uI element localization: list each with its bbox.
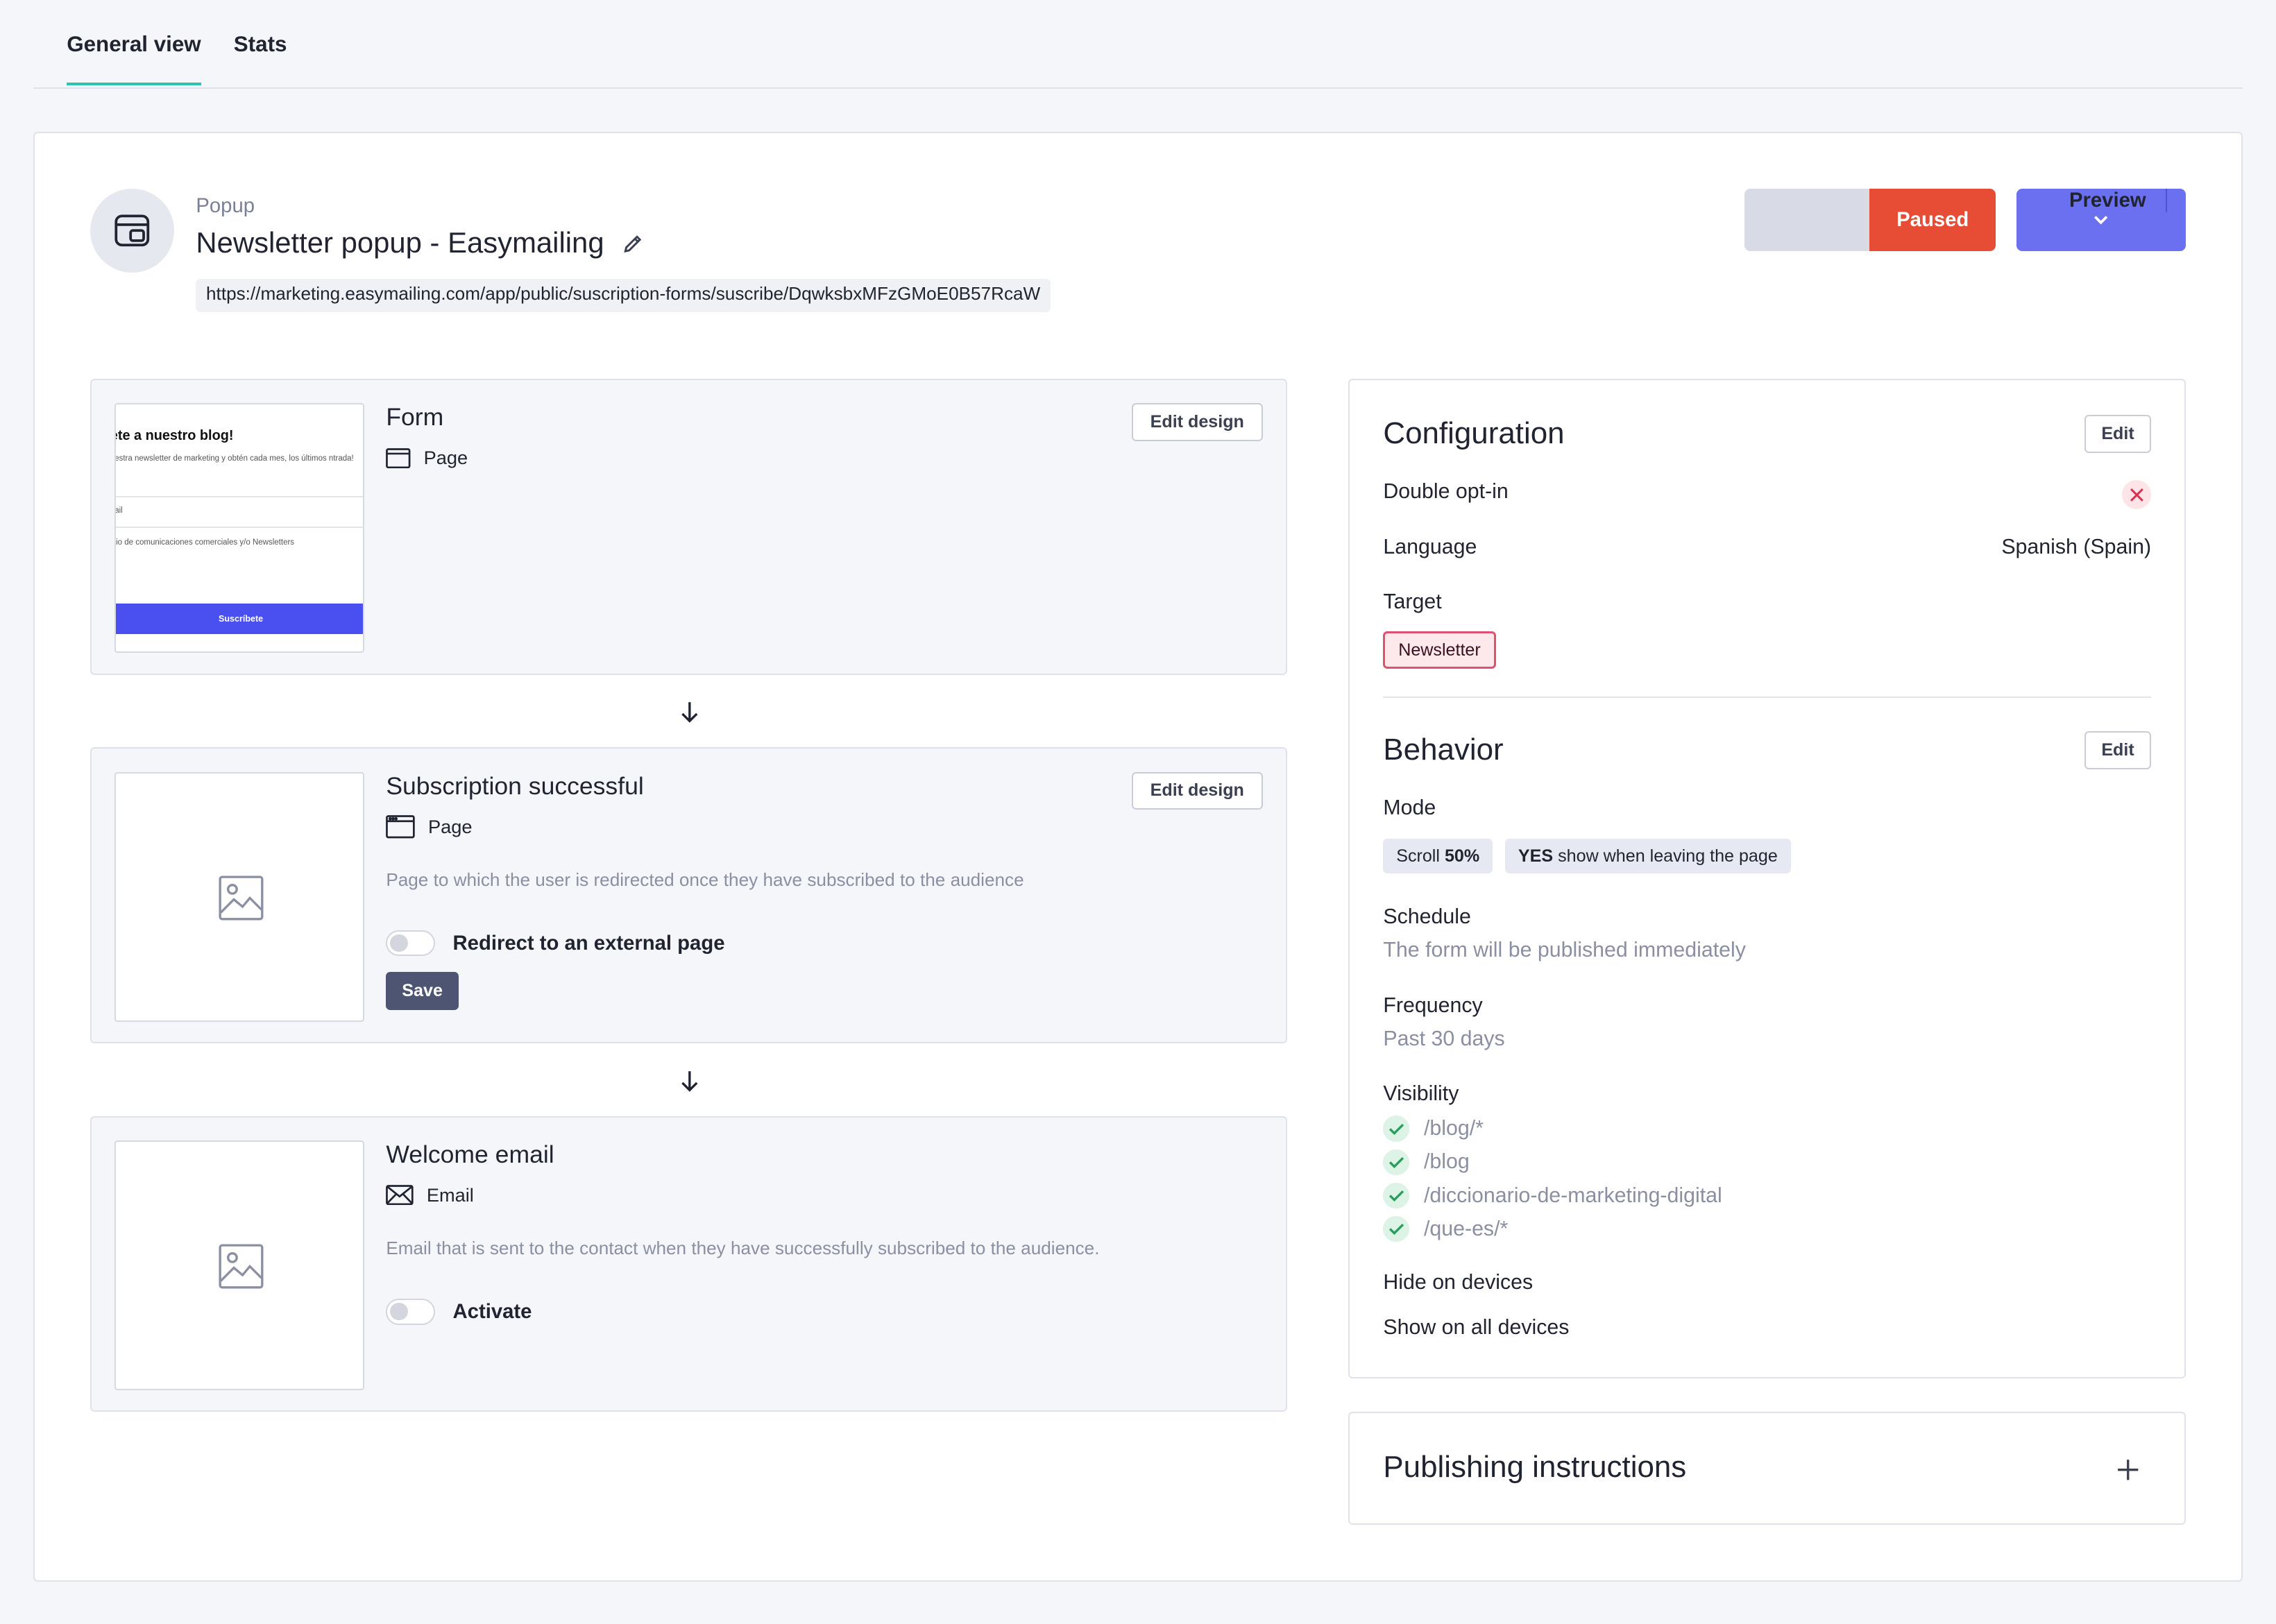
section-divider xyxy=(1383,696,2152,699)
welcome-step-title: Welcome email xyxy=(386,1140,554,1169)
visibility-item: /diccionario-de-marketing-digital xyxy=(1383,1182,1722,1209)
page-title: Newsletter popup - Easymailing xyxy=(196,226,604,259)
check-icon xyxy=(1383,1215,1410,1242)
thumb-title: ete a nuestro blog! xyxy=(114,427,234,443)
behavior-title: Behavior xyxy=(1383,733,1504,767)
success-edit-design-button[interactable]: Edit design xyxy=(1131,771,1263,810)
image-placeholder-icon xyxy=(219,1244,264,1289)
status-toggle-off-side[interactable] xyxy=(1744,188,1870,251)
popup-window-icon xyxy=(114,214,150,247)
tab-bar: General view Stats xyxy=(33,0,2243,89)
form-step-type: Page xyxy=(386,447,468,469)
status-toggle[interactable]: Paused xyxy=(1744,188,1996,251)
double-optin-label: Double opt-in xyxy=(1383,480,1509,504)
mode-label: Mode xyxy=(1383,796,1436,820)
mode-scroll-chip: Scroll 50% xyxy=(1383,838,1493,874)
welcome-step-card: Welcome email Email Email that is sent t… xyxy=(90,1116,1288,1412)
success-step-title: Subscription successful xyxy=(386,771,644,800)
form-edit-design-button[interactable]: Edit design xyxy=(1131,403,1263,441)
target-label: Target xyxy=(1383,590,1442,614)
target-newsletter-badge: Newsletter xyxy=(1383,631,1496,669)
check-icon xyxy=(1383,1149,1410,1176)
activate-welcome-toggle[interactable] xyxy=(386,1299,436,1325)
plus-icon[interactable] xyxy=(2116,1458,2139,1481)
save-button[interactable]: Save xyxy=(386,972,459,1010)
hide-devices-value: Show on all devices xyxy=(1383,1316,1570,1340)
welcome-thumbnail[interactable] xyxy=(114,1140,364,1390)
thumb-subscribe-button: Suscríbete xyxy=(116,603,363,634)
close-icon xyxy=(2130,488,2143,502)
welcome-step-type: Email xyxy=(386,1184,474,1206)
paused-status-button[interactable]: Paused xyxy=(1869,188,1996,251)
success-step-type: Page xyxy=(386,815,472,839)
language-value: Spanish (Spain) xyxy=(2001,535,2152,558)
publishing-instructions-title: Publishing instructions xyxy=(1383,1449,1687,1484)
frequency-label: Frequency xyxy=(1383,993,1483,1017)
tab-stats[interactable]: Stats xyxy=(234,32,287,57)
redirect-external-toggle[interactable] xyxy=(386,930,436,957)
preview-button-group[interactable]: Preview xyxy=(2016,188,2186,251)
visibility-label: Visibility xyxy=(1383,1082,1459,1106)
thumb-email-field: nail xyxy=(114,506,123,515)
popup-avatar xyxy=(90,188,174,273)
visibility-item: /que-es/* xyxy=(1383,1215,1508,1242)
tab-general-view[interactable]: General view xyxy=(67,32,201,87)
double-optin-disabled-icon xyxy=(2122,480,2152,510)
configuration-panel: Configuration Edit Double opt-in Languag… xyxy=(1348,378,2186,1379)
envelope-icon xyxy=(386,1185,414,1206)
behavior-edit-button[interactable]: Edit xyxy=(2084,731,2152,769)
arrow-down-icon xyxy=(681,702,698,723)
configuration-title: Configuration xyxy=(1383,416,1565,451)
check-icon xyxy=(1383,1182,1410,1209)
schedule-label: Schedule xyxy=(1383,905,1471,929)
arrow-down-icon xyxy=(681,1070,698,1092)
welcome-step-description: Email that is sent to the contact when t… xyxy=(386,1238,1100,1259)
visibility-item: /blog/* xyxy=(1383,1116,1484,1143)
thumb-text: uestra newsletter de marketing y obtén c… xyxy=(114,454,354,463)
success-thumbnail[interactable] xyxy=(114,771,364,1022)
form-type-label: Popup xyxy=(196,194,255,218)
browser-window-icon xyxy=(386,815,416,839)
thumb-consent: ivio de comunicaciones comerciales y/o N… xyxy=(114,538,295,547)
form-thumbnail[interactable]: ete a nuestro blog! uestra newsletter de… xyxy=(114,403,364,653)
schedule-value: The form will be published immediately xyxy=(1383,939,1746,962)
visibility-item: /blog xyxy=(1383,1149,1470,1176)
chevron-down-icon xyxy=(2094,216,2108,225)
form-step-card: ete a nuestro blog! uestra newsletter de… xyxy=(90,378,1288,675)
edit-title-pencil-icon[interactable] xyxy=(621,232,644,255)
mode-exit-intent-chip: YES show when leaving the page xyxy=(1505,838,1791,874)
browser-window-icon xyxy=(386,447,411,468)
activate-label: Activate xyxy=(452,1300,532,1324)
redirect-external-label: Redirect to an external page xyxy=(452,931,725,955)
publishing-instructions-panel[interactable]: Publishing instructions xyxy=(1348,1412,2186,1525)
frequency-value: Past 30 days xyxy=(1383,1027,1505,1050)
form-url[interactable]: https://marketing.easymailing.com/app/pu… xyxy=(196,278,1051,312)
language-label: Language xyxy=(1383,535,1477,558)
image-placeholder-icon xyxy=(219,875,264,921)
preview-button[interactable]: Preview xyxy=(2050,188,2168,212)
check-icon xyxy=(1383,1116,1410,1143)
success-step-description: Page to which the user is redirected onc… xyxy=(386,869,1024,890)
configuration-edit-button[interactable]: Edit xyxy=(2084,415,2152,453)
success-step-card: Subscription successful Page Page to whi… xyxy=(90,747,1288,1043)
form-step-title: Form xyxy=(386,403,444,431)
hide-devices-label: Hide on devices xyxy=(1383,1271,1534,1294)
